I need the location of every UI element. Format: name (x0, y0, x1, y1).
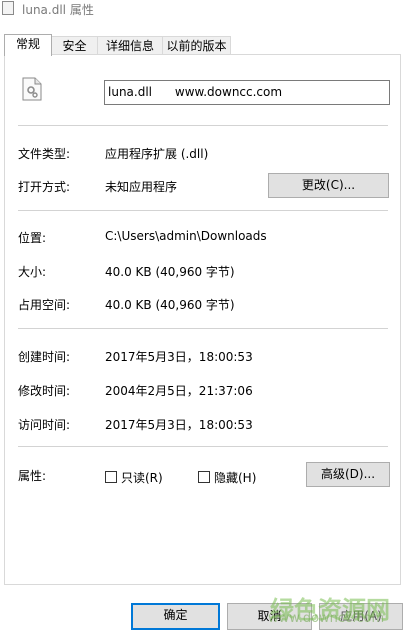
readonly-label[interactable]: 只读(R) (121, 469, 163, 486)
separator (18, 328, 388, 329)
watermark-url: www.downcc.com (268, 611, 385, 626)
hidden-checkbox[interactable] (198, 471, 210, 483)
title-bar: luna.dll 属性 (0, 0, 407, 28)
advanced-button[interactable]: 高级(D)... (306, 462, 390, 487)
file-name-input[interactable]: luna.dll www.downcc.com (104, 80, 390, 105)
file-type-label: 文件类型: (18, 147, 71, 161)
attributes-label: 属性: (18, 469, 47, 483)
dll-file-gear-icon (22, 77, 42, 101)
hidden-label[interactable]: 隐藏(H) (214, 469, 256, 486)
size-value: 40.0 KB (40,960 字节) (105, 265, 235, 279)
tab-previous-versions[interactable]: 以前的版本 (162, 36, 231, 55)
file-type-value: 应用程序扩展 (.dll) (105, 147, 209, 161)
size-on-disk-label: 占用空间: (18, 298, 71, 312)
readonly-checkbox[interactable] (105, 471, 117, 483)
accessed-label: 访问时间: (18, 418, 71, 432)
modified-value: 2004年2月5日，21:37:06 (105, 384, 253, 398)
file-icon (2, 1, 14, 15)
created-label: 创建时间: (18, 350, 71, 364)
accessed-value: 2017年5月3日，18:00:53 (105, 418, 253, 432)
open-with-value: 未知应用程序 (105, 180, 178, 194)
separator (18, 446, 388, 447)
modified-label: 修改时间: (18, 384, 71, 398)
separator (18, 210, 388, 211)
change-button[interactable]: 更改(C)... (268, 173, 389, 198)
tab-general[interactable]: 常规 (4, 34, 52, 56)
open-with-label: 打开方式: (18, 180, 71, 194)
location-label: 位置: (18, 231, 47, 245)
ok-button[interactable]: 确定 (131, 603, 220, 630)
size-label: 大小: (18, 265, 47, 279)
general-panel (4, 54, 401, 585)
tab-details[interactable]: 详细信息 (97, 36, 163, 55)
location-value: C:\Users\admin\Downloads (105, 229, 267, 243)
size-on-disk-value: 40.0 KB (40,960 字节) (105, 298, 235, 312)
window-title: luna.dll 属性 (22, 3, 94, 17)
created-value: 2017年5月3日，18:00:53 (105, 350, 253, 364)
separator (18, 125, 388, 126)
tab-security[interactable]: 安全 (51, 36, 98, 55)
